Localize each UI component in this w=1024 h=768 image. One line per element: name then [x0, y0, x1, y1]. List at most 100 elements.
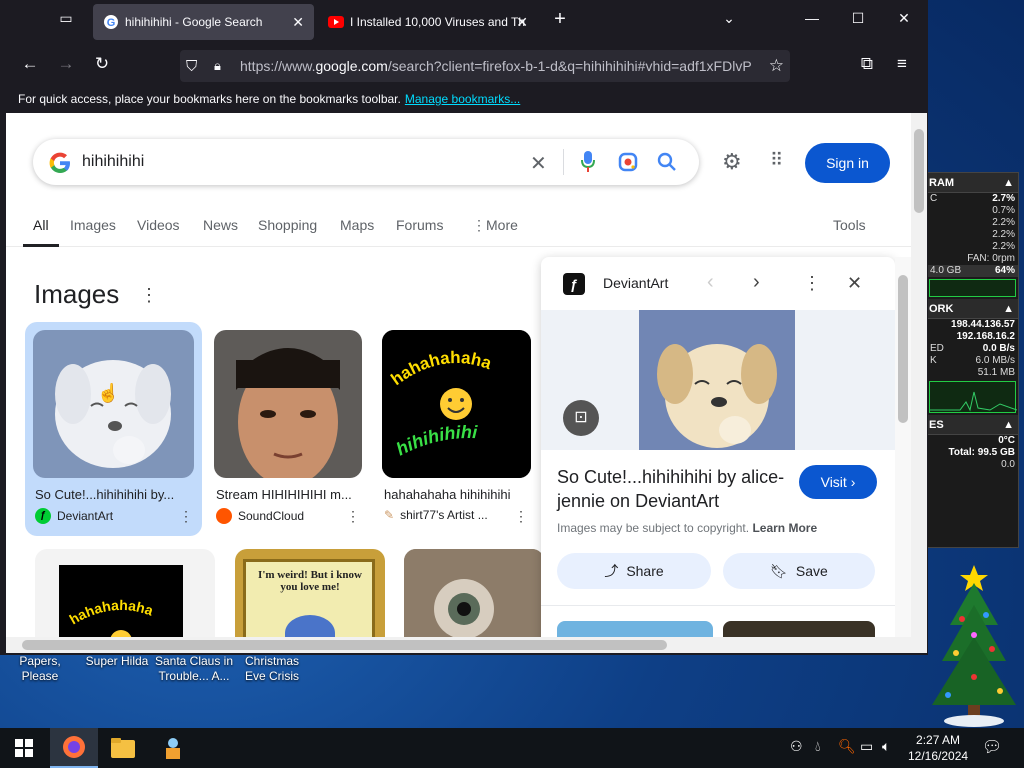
save-button[interactable]: 🔖︎ Save — [723, 553, 875, 589]
maximize-icon[interactable]: ☐ — [846, 10, 870, 27]
chevron-down-icon[interactable]: ⌄ — [717, 10, 741, 27]
network-row: 51.1 MB — [977, 367, 1015, 378]
scrollbar-thumb[interactable] — [914, 129, 924, 213]
tab-more[interactable]: More — [486, 217, 518, 233]
ram-row: 4.0 GB 64% — [927, 265, 1018, 277]
network-tray-icon[interactable]: ▭ — [860, 738, 873, 755]
url-bar[interactable]: ⛉ 🔒︎ https://www.google.com/search?clien… — [180, 50, 790, 82]
ram-row: 0.7% — [992, 205, 1015, 216]
people-tray-icon[interactable]: ⚇ — [790, 738, 803, 755]
extensions-icon[interactable]: ⧉ — [855, 54, 879, 74]
minimize-icon[interactable]: — — [800, 10, 824, 26]
result-caption[interactable]: Stream HIHIHIHIHI m... — [216, 487, 356, 502]
network-header: ORK ▲ — [927, 299, 1018, 319]
close-tab-icon[interactable]: ✕ — [292, 14, 304, 31]
search-query[interactable]: hihihihihi — [82, 153, 144, 171]
tab-news[interactable]: News — [203, 217, 238, 233]
ram-row: 2.2% — [992, 229, 1015, 240]
christmas-tree-icon — [932, 565, 1016, 727]
panel-options-icon[interactable]: ⋮ — [803, 273, 821, 294]
more-vertical-icon[interactable]: ⋮ — [472, 217, 486, 234]
windows-start-icon[interactable] — [0, 728, 48, 768]
file-explorer-icon[interactable] — [99, 728, 147, 768]
sign-in-button[interactable]: Sign in — [805, 143, 890, 183]
visit-label: Visit — [820, 474, 847, 490]
apps-grid-icon[interactable]: ⠿ — [770, 150, 783, 171]
clock[interactable]: 2:27 AM 12/16/2024 — [908, 732, 968, 764]
desktop-icon-christmas-eve[interactable]: Christmas Eve Crisis — [234, 654, 310, 684]
close-panel-icon[interactable]: ✕ — [847, 273, 862, 294]
manage-bookmarks-link[interactable]: Manage bookmarks... — [405, 92, 520, 106]
search-box[interactable]: hihihihihi ✕ — [33, 139, 699, 185]
page-scrollbar[interactable] — [911, 113, 927, 653]
lens-search-icon[interactable]: ⊡ — [563, 400, 599, 436]
result-source[interactable]: SoundCloud — [216, 508, 340, 524]
volume-muted-icon[interactable]: 🔈︎ — [882, 738, 890, 755]
tools-button[interactable]: Tools — [833, 217, 866, 233]
result-source[interactable]: ƒ DeviantArt — [35, 508, 175, 524]
share-button[interactable]: ⤴ Share — [557, 553, 711, 589]
new-tab-icon[interactable]: + — [548, 8, 572, 31]
url-text[interactable]: https://www.google.com/search?client=fir… — [240, 58, 756, 74]
bookmarks-hint: For quick access, place your bookmarks h… — [18, 92, 401, 106]
images-options-icon[interactable]: ⋮ — [140, 285, 158, 306]
forward-icon[interactable]: → — [54, 54, 78, 74]
notification-icon[interactable]: 💬︎ — [982, 737, 1002, 757]
tab-forums[interactable]: Forums — [396, 217, 443, 233]
tab-videos[interactable]: Videos — [137, 217, 180, 233]
hahaha-thumbnail[interactable]: hahahahaha hihihihihi — [382, 330, 531, 478]
clear-search-icon[interactable]: ✕ — [530, 151, 547, 176]
google-g-icon: G — [104, 15, 118, 29]
puppy-thumbnail[interactable] — [33, 330, 194, 478]
tab-all[interactable]: All — [23, 217, 58, 247]
learn-more-link[interactable]: Learn More — [752, 521, 817, 535]
result-options-icon[interactable]: ⋮ — [346, 508, 360, 525]
close-window-icon[interactable]: ✕ — [892, 10, 916, 27]
youtube-icon — [328, 16, 344, 28]
settings-gear-icon[interactable]: ⚙ — [722, 149, 742, 175]
search-tray-icon[interactable]: 🔍︎ — [838, 738, 856, 755]
search-icon[interactable] — [657, 152, 677, 172]
source-name: shirt77's Artist ... — [400, 508, 488, 522]
bookmark-icon: 🔖︎ — [770, 562, 788, 579]
result-caption[interactable]: hahahahaha hihihihihi — [384, 487, 524, 502]
panel-result-title[interactable]: So Cute!...hihihihihi by alice-jennie on… — [557, 465, 791, 513]
tab-list-icon[interactable]: ▭ — [54, 10, 78, 27]
lock-icon[interactable]: 🔒︎ — [214, 58, 221, 74]
google-lens-icon[interactable] — [618, 152, 638, 172]
result-caption[interactable]: So Cute!...hihihihihi by... — [35, 487, 195, 502]
next-arrow-icon[interactable]: › — [753, 271, 760, 294]
horizontal-scrollbar-thumb[interactable] — [22, 640, 667, 650]
clock-date: 12/16/2024 — [908, 749, 969, 763]
menu-icon[interactable]: ≡ — [890, 54, 914, 74]
panel-scrollbar[interactable] — [895, 257, 911, 637]
network-graph — [929, 381, 1018, 413]
browser-window: ▭ G hihihihihi - Google Search ✕ I Insta… — [0, 0, 928, 655]
horizontal-scrollbar[interactable] — [6, 637, 911, 653]
tab-google-search[interactable]: G hihihihihi - Google Search ✕ — [93, 4, 314, 40]
thumb-row2-text: hahahahaha — [67, 597, 156, 628]
result-source[interactable]: ✎ shirt77's Artist ... — [384, 508, 502, 522]
firefox-taskbar-icon[interactable] — [50, 728, 98, 768]
tab-maps[interactable]: Maps — [340, 217, 374, 233]
tab-shopping[interactable]: Shopping — [258, 217, 317, 233]
tab-images[interactable]: Images — [70, 217, 116, 233]
drop-tray-icon[interactable]: 💧︎ — [815, 738, 821, 755]
back-icon[interactable]: ← — [18, 54, 42, 74]
reload-icon[interactable]: ↻ — [90, 54, 114, 74]
desktop-icon-super-hilda[interactable]: Super Hilda — [80, 654, 154, 684]
result-options-icon[interactable]: ⋮ — [514, 508, 528, 525]
app-taskbar-icon[interactable] — [149, 728, 197, 768]
desktop-icon-papers-please[interactable]: Papers, Please — [0, 654, 80, 684]
visit-button[interactable]: Visit › — [799, 465, 877, 499]
previous-arrow-icon[interactable]: ‹ — [707, 271, 714, 294]
desktop-icon-santa-claus[interactable]: Santa Claus in Trouble... A... — [154, 654, 234, 684]
close-tab-icon[interactable]: ✕ — [516, 14, 528, 31]
microphone-icon[interactable] — [581, 151, 595, 173]
tab-youtube[interactable]: I Installed 10,000 Viruses and Th ✕ — [318, 4, 540, 40]
face-thumbnail[interactable] — [214, 330, 362, 478]
shield-icon[interactable]: ⛉ — [186, 58, 197, 75]
result-options-icon[interactable]: ⋮ — [179, 508, 193, 525]
preview-image[interactable] — [639, 310, 795, 450]
bookmark-star-icon[interactable]: ☆ — [769, 56, 784, 76]
